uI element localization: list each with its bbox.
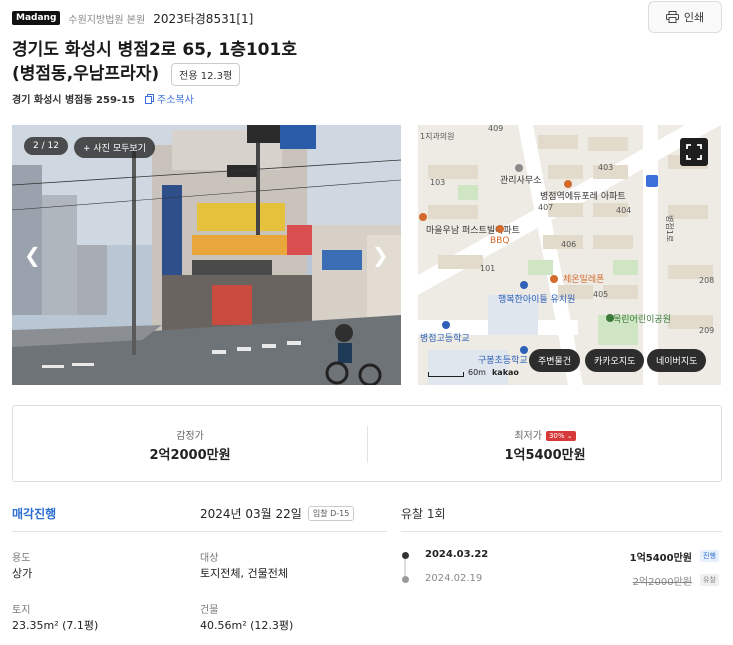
map-label: 209 [699,326,714,335]
fullscreen-icon [686,144,702,160]
map-label: 체온밀레폰 [563,273,604,285]
copy-address-label: 주소복사 [157,95,194,106]
scale-label: 60m [468,368,486,377]
map-label: 208 [699,276,714,285]
jibun-row: 경기 화성시 병점동 259-15 주소복사 [12,91,194,106]
land-label: 토지 [12,605,31,616]
auction-status: 매각진행 [12,507,57,521]
copy-address-button[interactable]: 주소복사 [145,91,194,106]
map-label: 구봉초등학교 [478,355,528,366]
nearby-properties-button[interactable]: 주변물건 [529,349,581,372]
map-label: 405 [593,290,608,299]
property-photo[interactable]: 2 / 12 + 사진 모두보기 ❮ ❯ [12,125,401,385]
history-date: 2024.02.19 [425,573,483,584]
timeline-dot-past [402,576,409,583]
naver-map-button[interactable]: 네이버지도 [647,349,707,372]
sale-date-row: 2024년 03월 22일 입찰 D-15 [200,505,355,522]
history-status-badge: 유찰 [700,574,719,586]
page-title: 경기도 화성시 병점2로 65, 1층101호 [12,40,297,60]
history-status-badge: 진행 [700,550,719,562]
history-divider [401,531,722,532]
madang-logo: Madang [12,11,61,25]
printer-icon [665,11,679,23]
map-label: 관리사무소 [500,175,541,186]
map-label: 403 [598,163,613,172]
land-value: 23.35m² (7.1평) [12,619,99,632]
location-map[interactable]: 1지과의원 409 관리사무소 병점역에듀포레 아파트 403 405 407 … [418,125,721,385]
expand-map-icon[interactable] [680,138,708,166]
map-label: 409 [488,125,503,133]
history-price: 2억2000만원 [632,577,692,588]
discount-badge: 30% ⌄ [545,431,576,441]
building-name: (병점동,우남프라자) [12,64,160,84]
price-summary: 감정가 2억2000만원 최저가 30% ⌄ 1억5400만원 [12,405,722,482]
map-label: 101 [480,264,495,273]
prev-photo-arrow-icon[interactable]: ❮ [24,243,41,267]
scale-bar [428,372,464,377]
area-badge: 전용 12.3평 [171,62,241,86]
minimum-label: 최저가 [514,431,542,442]
sale-date: 2024년 03월 22일 [200,507,302,521]
print-button[interactable]: 인쇄 [648,1,722,33]
map-label: 목린어린이공원 [613,314,671,325]
map-label: 407 [538,203,553,212]
timeline-dot-current [402,552,409,559]
map-label: 행복한아이들 유치원 [498,293,575,305]
street-photo-image [12,125,401,385]
section-divider [12,531,387,532]
minimum-price: 최저가 30% ⌄ 1억5400만원 [368,406,722,483]
map-label: 406 [561,240,576,249]
view-all-photos-button[interactable]: + 사진 모두보기 [74,137,155,158]
map-label: 병점역에듀포레 아파트 [540,190,626,202]
map-label: 1지과의원 [420,131,455,141]
appraisal-label: 감정가 [176,431,204,442]
map-label: 병점고등학교 [420,332,470,344]
kakao-map-button[interactable]: 카카오지도 [585,349,645,372]
building-label: 건물 [200,605,219,616]
history-date: 2024.03.22 [425,549,489,560]
map-label: 103 [430,178,445,187]
map-label: 404 [616,206,631,215]
dday-badge: 입찰 D-15 [307,506,355,521]
map-image: 1지과의원 409 관리사무소 병점역에듀포레 아파트 403 405 407 … [418,125,721,385]
map-label: 병점1로 [665,215,675,242]
appraisal-value: 2억2000만원 [149,448,231,463]
minimum-label-row: 최저가 30% ⌄ [368,427,722,442]
next-photo-arrow-icon[interactable]: ❯ [372,243,389,267]
history-price: 1억5400만원 [629,553,692,564]
copy-icon [145,93,154,104]
case-number: 2023타경8531[1] [153,11,254,26]
jibun-address: 경기 화성시 병점동 259-15 [12,95,135,106]
print-label: 인쇄 [683,11,705,24]
usage-label: 용도 [12,553,31,564]
map-label: 마을우남 퍼스트빌아파트 [426,225,520,236]
top-bar: Madang 수원지방법원 본원 2023타경8531[1] [12,8,721,28]
usage-value: 상가 [12,567,33,580]
map-scale: 60m kakao [428,368,519,377]
building-value: 40.56m² (12.3평) [200,619,294,632]
target-value: 토지전체, 건물전체 [200,567,288,580]
map-label: BBQ [490,236,509,246]
target-label: 대상 [200,553,219,564]
title-line2: (병점동,우남프라자) 전용 12.3평 [12,62,241,86]
kakao-logo: kakao [491,368,519,377]
appraisal-price: 감정가 2억2000만원 [13,406,367,483]
minimum-value: 1억5400만원 [504,448,586,463]
fail-count: 유찰 1회 [401,507,446,521]
court-name: 수원지방법원 본원 [68,14,146,26]
photo-counter: 2 / 12 [24,137,68,155]
